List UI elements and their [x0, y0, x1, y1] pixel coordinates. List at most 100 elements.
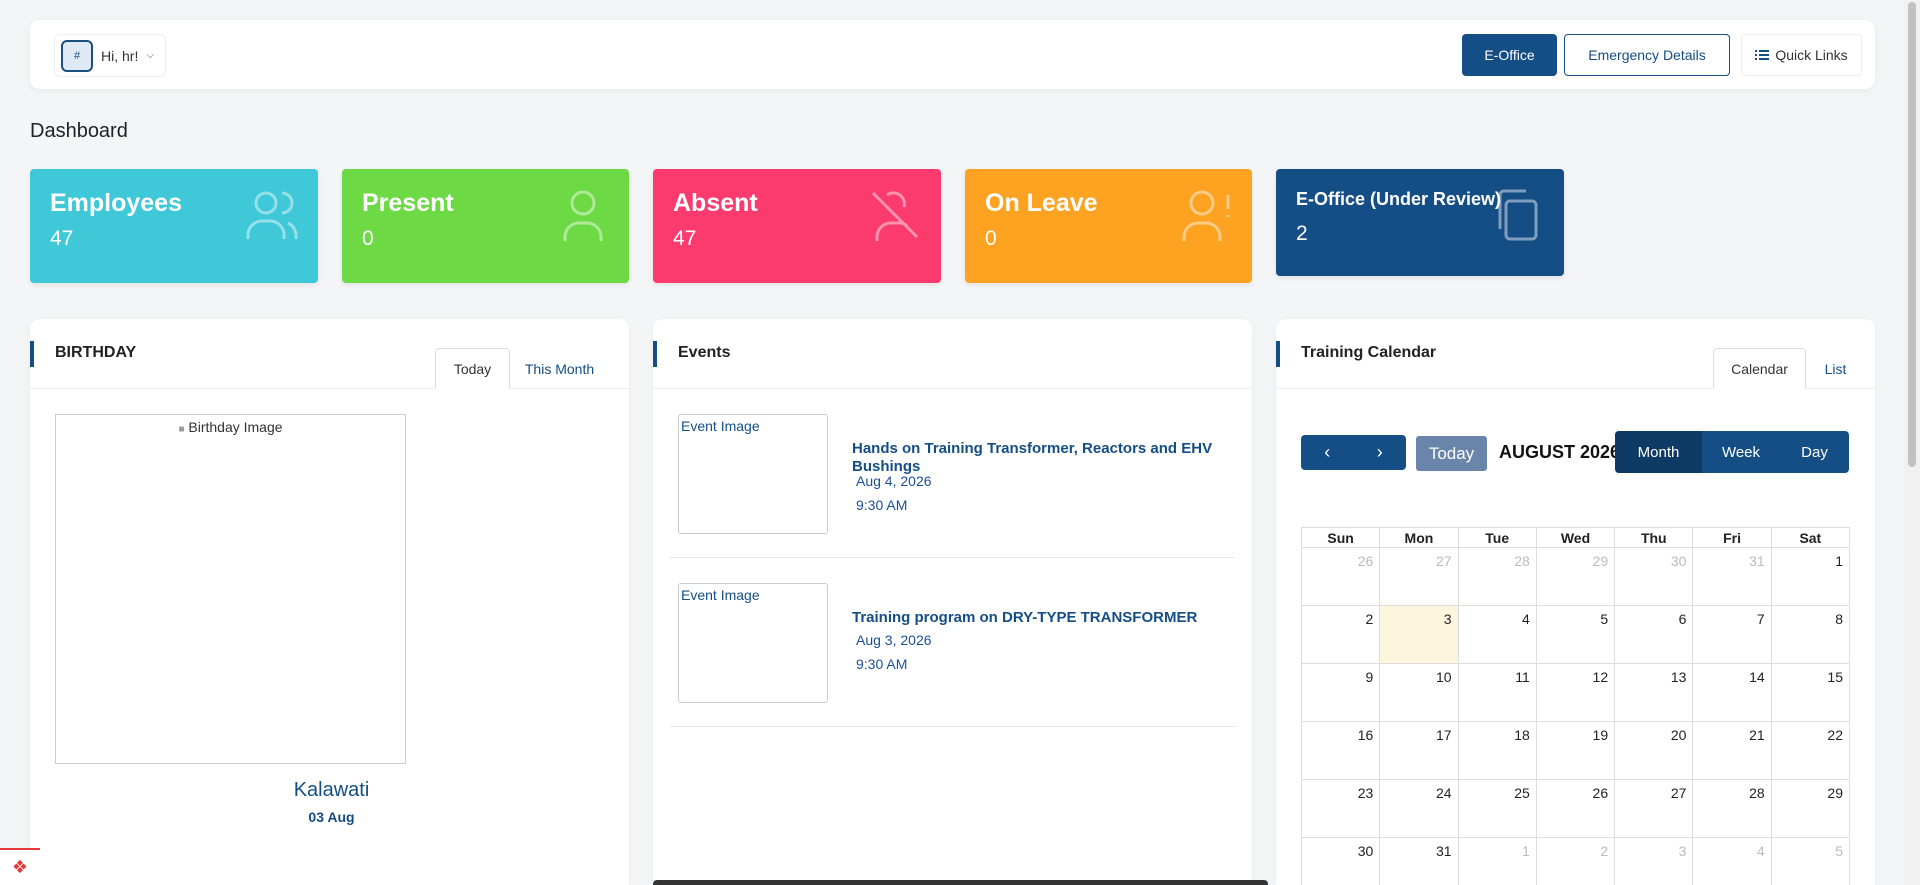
event-image: Event Image: [678, 583, 828, 703]
chevron-right-icon[interactable]: ›: [1354, 435, 1407, 470]
calendar-day-cell[interactable]: 23: [1300, 779, 1381, 838]
stat-label: E-Office (Under Review): [1296, 189, 1502, 209]
users-icon: [246, 191, 298, 239]
calendar-day-cell[interactable]: 15: [1770, 663, 1851, 722]
calendar-day-cell[interactable]: 19: [1535, 721, 1616, 780]
calendar-day-cell[interactable]: 21: [1692, 721, 1772, 780]
tab-this-month[interactable]: This Month: [512, 348, 607, 389]
calendar-day-cell[interactable]: 28: [1692, 779, 1772, 838]
calendar-day-cell[interactable]: 13: [1614, 663, 1694, 722]
calendar-day-cell[interactable]: 10: [1379, 663, 1459, 722]
calendar-day-cell[interactable]: 22: [1770, 721, 1851, 780]
stat-label: Absent: [673, 189, 758, 217]
calendar-day-cell[interactable]: 18: [1457, 721, 1537, 780]
debugbar-icon[interactable]: ❖: [0, 848, 40, 885]
weekday-label: Fri: [1692, 527, 1772, 548]
calendar-day-cell[interactable]: 11: [1457, 663, 1537, 722]
view-month-button[interactable]: Month: [1615, 431, 1702, 473]
event-item[interactable]: Event Image Training program on DRY-TYPE…: [670, 558, 1235, 727]
event-title[interactable]: Training program on DRY-TYPE TRANSFORMER: [852, 609, 1222, 627]
weekday-label: Mon: [1379, 527, 1459, 548]
calendar-day-cell[interactable]: 31: [1692, 547, 1772, 606]
calendar-day-cell[interactable]: 20: [1614, 721, 1694, 780]
birthday-date: 03 Aug: [308, 809, 355, 825]
quick-links-button[interactable]: Quick Links: [1741, 34, 1862, 76]
calendar-day-cell[interactable]: 1: [1770, 547, 1851, 606]
birthday-image: ■ Birthday Image: [55, 414, 406, 764]
calendar-day-cell[interactable]: 5: [1770, 837, 1851, 885]
view-week-button[interactable]: Week: [1702, 431, 1780, 473]
panel-header: BIRTHDAY Today This Month: [30, 319, 629, 389]
page-scrollbar[interactable]: [1904, 0, 1920, 885]
stat-card-absent[interactable]: Absent 47: [653, 169, 941, 283]
calendar-day-cell[interactable]: 2: [1535, 837, 1616, 885]
calendar-day-cell[interactable]: 4: [1692, 837, 1772, 885]
tab-calendar[interactable]: Calendar: [1713, 348, 1806, 389]
calendar-day-cell[interactable]: 9: [1300, 663, 1381, 722]
eoffice-button[interactable]: E-Office: [1462, 34, 1557, 76]
event-item[interactable]: Event Image Hands on Training Transforme…: [670, 390, 1235, 558]
calendar-day-cell[interactable]: 2: [1300, 605, 1381, 664]
calendar-day-cell[interactable]: 24: [1379, 779, 1459, 838]
panel-title: BIRTHDAY: [55, 344, 137, 361]
stat-card-employees[interactable]: Employees 47: [30, 169, 318, 283]
list-icon: [1755, 50, 1770, 60]
user-off-icon: [871, 191, 919, 241]
weekday-label: Thu: [1614, 527, 1694, 548]
calendar-day-cell[interactable]: 29: [1535, 547, 1616, 606]
today-button[interactable]: Today: [1416, 436, 1487, 471]
calendar-day-cell[interactable]: 30: [1300, 837, 1381, 885]
panel-header: Training Calendar Calendar List: [1276, 319, 1875, 389]
event-date: Aug 3, 2026: [856, 632, 932, 648]
stat-card-present[interactable]: Present 0: [342, 169, 629, 283]
user-menu-button[interactable]: # Hi, hr! ⌵: [54, 34, 166, 77]
stat-card-on-leave[interactable]: On Leave 0: [965, 169, 1252, 283]
calendar-day-cell[interactable]: 12: [1535, 663, 1616, 722]
calendar-day-cell[interactable]: 1: [1457, 837, 1537, 885]
calendar-day-cell[interactable]: 4: [1457, 605, 1537, 664]
emergency-label: Emergency Details: [1588, 47, 1706, 63]
panel-title: Training Calendar: [1301, 344, 1437, 361]
stat-value: 0: [985, 227, 997, 250]
event-image: Event Image: [678, 414, 828, 534]
copy-icon: [1498, 189, 1538, 241]
chevron-down-icon: ⌵: [146, 50, 154, 61]
chevron-left-icon[interactable]: ‹: [1301, 435, 1354, 470]
broken-image-icon: ■: [178, 424, 185, 435]
calendar-grid: Sun Mon Tue Wed Thu Fri Sat 26 27 28 29 30 31…: [1300, 527, 1851, 885]
event-time: 9:30 AM: [856, 497, 908, 513]
calendar-day-cell[interactable]: 7: [1692, 605, 1772, 664]
calendar-day-cell[interactable]: 3: [1379, 605, 1459, 664]
user-greeting: Hi, hr!: [101, 47, 139, 64]
event-title[interactable]: Hands on Training Transformer, Reactors …: [852, 440, 1222, 476]
calendar-day-cell[interactable]: 26: [1535, 779, 1616, 838]
calendar-day-cell[interactable]: 27: [1614, 779, 1694, 838]
emergency-details-button[interactable]: Emergency Details: [1564, 34, 1730, 76]
calendar-day-cell[interactable]: 3: [1614, 837, 1694, 885]
stat-value: 47: [50, 227, 74, 250]
calendar-day-cell[interactable]: 29: [1770, 779, 1851, 838]
avatar: #: [61, 39, 93, 72]
calendar-day-cell[interactable]: 6: [1614, 605, 1694, 664]
calendar-day-cell[interactable]: 17: [1379, 721, 1459, 780]
calendar-day-cell[interactable]: 27: [1379, 547, 1459, 606]
calendar-day-cell[interactable]: 31: [1379, 837, 1459, 885]
calendar-day-cell[interactable]: 28: [1457, 547, 1537, 606]
calendar-day-cell[interactable]: 5: [1535, 605, 1616, 664]
scrollbar-thumb[interactable]: [1908, 2, 1916, 467]
calendar-day-cell[interactable]: 30: [1614, 547, 1694, 606]
calendar-day-cell[interactable]: 25: [1457, 779, 1537, 838]
calendar-day-cell[interactable]: 14: [1692, 663, 1772, 722]
tab-today[interactable]: Today: [435, 348, 510, 389]
calendar-week-row: 16 17 18 19 20 21 22: [1300, 721, 1851, 780]
events-panel: Events Event Image Hands on Training Tra…: [653, 319, 1252, 885]
calendar-body: 26 27 28 29 30 31 1 2 3 4 5 6 7 8 9 10 11 12 13 14 15 16 17 18 1…: [1300, 547, 1851, 885]
tab-list[interactable]: List: [1808, 348, 1863, 389]
calendar-day-cell[interactable]: 8: [1770, 605, 1851, 664]
stat-card-eoffice[interactable]: E-Office (Under Review) 2: [1276, 169, 1564, 276]
calendar-day-cell[interactable]: 26: [1300, 547, 1381, 606]
view-day-button[interactable]: Day: [1780, 431, 1849, 473]
calendar-day-cell[interactable]: 16: [1300, 721, 1381, 780]
calendar-week-row: 9 10 11 12 13 14 15: [1300, 663, 1851, 722]
calendar-week-row: 26 27 28 29 30 31 1: [1300, 547, 1851, 606]
